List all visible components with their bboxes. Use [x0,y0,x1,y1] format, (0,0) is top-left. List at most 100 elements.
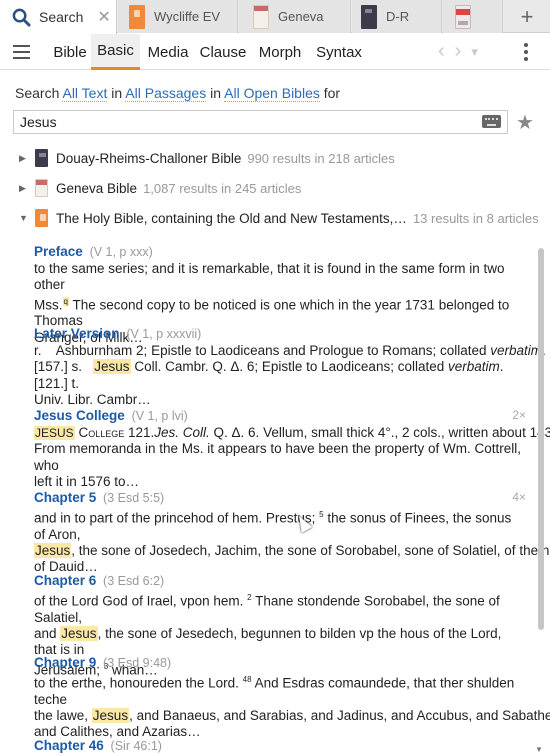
snippet-text: , the sone of Josedech, Jachim, the sone… [71,543,550,559]
scope-in: in [111,85,123,101]
hit-reference: (3 Esd 9:48) [103,656,172,670]
star-icon[interactable]: ★ [516,110,534,135]
add-tab-button[interactable]: + [504,0,550,33]
expand-arrow-icon[interactable]: ▶ [19,153,29,164]
result-group-title[interactable]: Douay-Rheims-Challoner Bible [56,151,241,166]
more-options-icon[interactable] [523,43,529,61]
scope-passages-link[interactable]: All Passages [125,85,207,102]
menu-icon[interactable] [13,45,30,59]
result-group-count: 990 results in 218 articles [247,150,395,166]
snippet-text: Q. Δ. 6. Vellum, small thick 4°., 2 cols… [209,425,550,440]
result-group-title[interactable]: Geneva Bible [56,181,137,196]
snippet-text: and in to part of the princehod of hem. … [34,510,320,526]
snippet-text: The second copy to be noticed is one whi… [34,297,510,329]
snippet-italic: verbatim [490,343,543,358]
tab-media[interactable]: Media [143,34,193,70]
snippet-italic: Jes. Coll. [154,425,210,440]
book-cover-orange-icon [35,209,48,227]
snippet-line: to the erthe, honoureden the Lord. 48 An… [34,672,524,708]
snippet-text: College [74,425,125,440]
collapse-arrow-icon[interactable]: ▼ [19,213,29,223]
hit-reference: (Sir 46:1) [110,739,162,753]
tab-book[interactable] [443,0,503,33]
tab-strip: Search ✕ Wycliffe EV Geneva D-R + [0,0,550,34]
snippet-text: Coll. Cambr. Q. Δ. 6; Epistle to Laodice… [130,359,448,375]
tab-geneva[interactable]: Geneva [239,0,351,33]
search-hit[interactable]: Later Version (V 1, p xxxvii) r. Ashburn… [34,325,546,408]
search-highlight: Jesus [34,543,72,559]
hit-count: 4× [512,490,526,504]
search-scope: Search All Text in All Passages in All O… [15,85,341,102]
history-nav: ‹ › ▾ [438,40,478,63]
tab-clause[interactable]: Clause [198,34,248,70]
hit-reference: (V 1, p xxxvii) [126,327,202,341]
back-arrow-icon[interactable]: ‹ [438,40,445,63]
scope-for: for [323,85,341,101]
scroll-down-arrow-icon[interactable]: ▼ [535,745,543,754]
tab-wycliffe-ev[interactable]: Wycliffe EV [118,0,238,33]
snippet-text: Mss. [34,297,63,313]
tab-search[interactable]: Search ✕ [0,0,117,34]
snippet-line: From memoranda in the Ms. it appears to … [34,441,521,473]
snippet-text: the lawe, [34,708,92,724]
hit-title-link[interactable]: Chapter 9 [34,655,96,670]
hit-snippet: to the erthe, honoureden the Lord. 48 An… [34,672,550,741]
search-icon [12,8,31,27]
result-group[interactable]: ▶ Geneva Bible 1,087 results in 245 arti… [0,176,540,200]
snippet-line: left it in 1576 to… [34,473,140,489]
snippet-line: of the Lord God of Irael, vpon hem. 2 Th… [34,590,524,626]
scope-text-link[interactable]: All Text [62,85,108,102]
snippet-line: Univ. Libr. Cambr… [34,391,151,407]
snippet-line: Jesus, the sone of Josedech, Jachim, the… [34,543,550,559]
tab-syntax[interactable]: Syntax [312,34,366,70]
hit-count: 2× [512,408,526,422]
search-hit[interactable]: Chapter 9 (3 Esd 9:48) to the erthe, hon… [34,654,550,741]
result-group-count: 13 results in 8 articles [412,210,539,226]
snippet-line: r. Ashburnham 2; Epistle to Laodiceans a… [34,343,546,359]
hit-title-link[interactable]: Later Version [34,326,120,341]
snippet-text: 121. [124,425,155,440]
search-field[interactable] [13,110,508,134]
scrollbar-thumb[interactable] [538,248,544,630]
hit-title-link[interactable]: Chapter 6 [34,573,96,588]
search-hit[interactable]: Jesus College (V 1, p lvi) 2× Jesus Coll… [34,407,550,490]
hit-title-link[interactable]: Preface [34,244,83,259]
tab-label: Wycliffe EV [154,9,221,24]
scope-bibles-link[interactable]: All Open Bibles [224,85,320,102]
search-input[interactable] [14,111,454,133]
hit-title-link[interactable]: Chapter 5 [34,490,96,505]
tab-bible[interactable]: Bible [49,34,91,70]
book-cover-white-icon [253,4,269,29]
search-hit[interactable]: Chapter 5 (3 Esd 5:5) 4× and in to part … [34,489,550,576]
hit-title-link[interactable]: Chapter 46 [34,738,104,753]
forward-arrow-icon[interactable]: › [455,40,462,63]
tab-label: Geneva [278,9,324,24]
tab-d-r[interactable]: D-R [352,0,442,33]
snippet-line: and in to part of the princehod of hem. … [34,507,524,543]
hit-snippet: Jesus College 121.Jes. Coll. Q. Δ. 6. Ve… [34,425,550,490]
hit-reference: (3 Esd 5:5) [103,491,165,505]
tab-morph[interactable]: Morph [255,34,305,70]
hit-title-link[interactable]: Jesus College [34,408,125,423]
book-cover-orange-icon [129,4,145,29]
close-icon[interactable]: ✕ [97,7,110,27]
search-highlight: Jesus [60,626,98,642]
hit-snippet: and in to part of the princehod of hem. … [34,507,550,576]
verse-number: 48 [242,675,252,684]
result-group[interactable]: ▼ The Holy Bible, containing the Old and… [0,206,540,230]
snippet-text: r. Ashburnham 2; Epistle to Laodiceans a… [34,343,491,358]
snippet-line: the lawe, Jesus, and Banaeus, and Sarabi… [34,708,550,724]
tab-search-label: Search [39,9,84,25]
expand-arrow-icon[interactable]: ▶ [19,183,29,194]
hit-reference: (3 Esd 6:2) [103,574,165,588]
snippet-text: of the Lord God of Irael, vpon hem. [34,593,248,609]
result-group-title[interactable]: The Holy Bible, containing the Old and N… [56,211,407,226]
result-group[interactable]: ▶ Douay-Rheims-Challoner Bible 990 resul… [0,146,540,170]
keyboard-icon[interactable] [482,115,501,128]
search-hit[interactable]: Chapter 46 (Sir 46:1) [34,737,524,755]
tab-label: D-R [386,9,410,24]
snippet-line: [157.] s. Jesus Coll. Cambr. Q. Δ. 6; Ep… [34,359,524,392]
history-dropdown-icon[interactable]: ▾ [471,44,478,63]
tab-basic[interactable]: Basic [91,34,140,70]
book-cover-pink-icon [455,4,471,29]
